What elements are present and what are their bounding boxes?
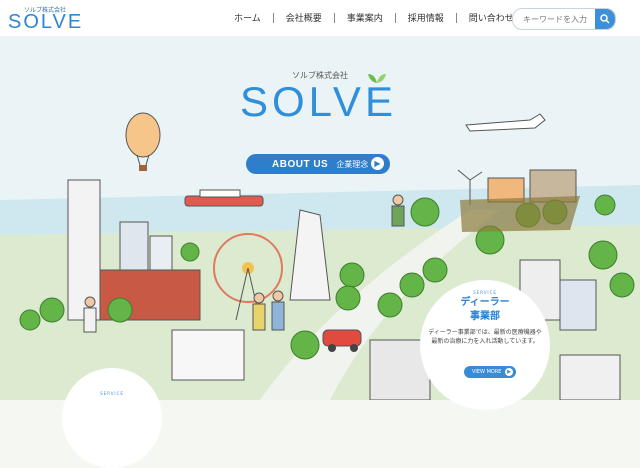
about-us-sublabel: 企業理念: [336, 159, 369, 169]
global-nav: ホーム 会社概要 事業案内 採用情報 問い合わせ: [222, 11, 526, 24]
nav-business[interactable]: 事業案内: [335, 11, 395, 24]
logo-wordmark: SOLVE: [8, 11, 84, 33]
nav-recruit[interactable]: 採用情報: [396, 11, 456, 24]
leaf-icon: [368, 74, 386, 83]
hero-brand: ソルブ株式会社 SOLVE: [240, 70, 410, 130]
card-description: ディーラー事業部では、最新の医療機器や最新の治療に力を入れ活動しています。: [428, 329, 542, 345]
search-input[interactable]: [521, 12, 599, 27]
site-header: ソルブ株式会社 SOLVE ホーム 会社概要 事業案内 採用情報 問い合わせ: [0, 0, 640, 36]
card-tag: SERVICE: [473, 290, 497, 295]
view-more-button[interactable]: VIEW MORE ▶: [464, 366, 516, 378]
about-us-button[interactable]: ABOUT US 企業理念 ▶: [246, 154, 390, 174]
arrow-right-icon: ▶: [505, 368, 513, 376]
dealer-service-card[interactable]: SERVICE ディーラー 事業部 ディーラー事業部では、最新の医療機器や最新の…: [420, 280, 550, 410]
card-title-line1: ディーラー: [460, 297, 510, 308]
view-more-label: VIEW MORE: [472, 369, 502, 375]
partial-service-card[interactable]: SERVICE: [62, 368, 162, 468]
hero-wordmark: SOLVE: [240, 78, 397, 125]
card-title: ディーラー 事業部: [420, 296, 550, 324]
search-icon: [600, 14, 610, 24]
search-button[interactable]: [595, 9, 615, 29]
nav-company[interactable]: 会社概要: [274, 11, 334, 24]
search-box: [512, 8, 616, 30]
card-tag: SERVICE: [100, 391, 124, 396]
about-us-label: ABOUT US: [272, 158, 329, 170]
nav-home[interactable]: ホーム: [222, 11, 273, 24]
card-title-line2: 事業部: [470, 311, 500, 322]
arrow-right-icon: ▶: [371, 157, 384, 170]
